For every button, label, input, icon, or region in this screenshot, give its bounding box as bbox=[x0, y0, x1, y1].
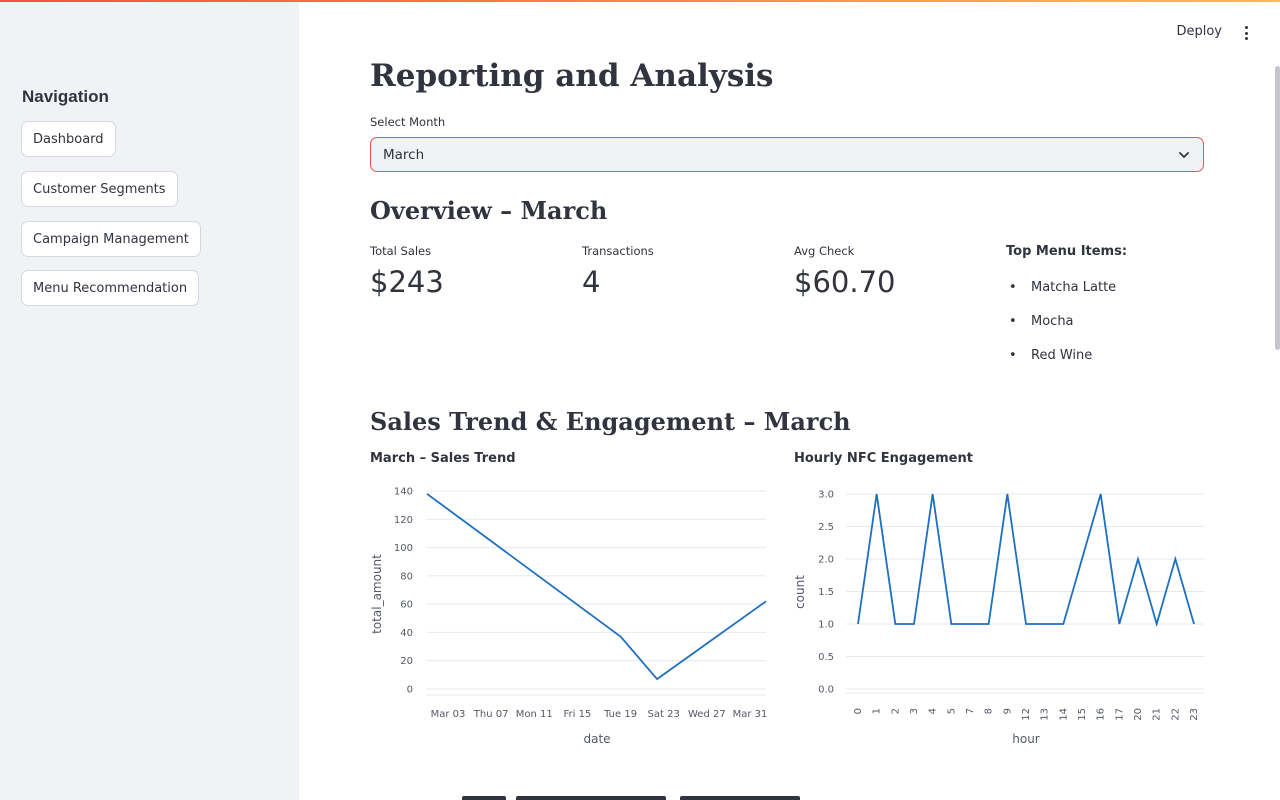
month-select[interactable]: March bbox=[370, 137, 1204, 172]
x-tick-label: 22 bbox=[1170, 708, 1181, 721]
x-tick-label: 14 bbox=[1058, 708, 1069, 721]
kebab-menu-icon[interactable] bbox=[1240, 24, 1252, 42]
x-tick-label: 12 bbox=[1021, 708, 1032, 721]
y-tick-label: 100 bbox=[394, 543, 413, 554]
x-tick-label: Mon 11 bbox=[516, 709, 553, 720]
x-tick-label: Sat 23 bbox=[648, 709, 680, 720]
y-tick-label: 40 bbox=[400, 628, 413, 639]
metric-total-sales: Total Sales $243 bbox=[370, 244, 570, 299]
metric-label: Transactions bbox=[582, 244, 654, 258]
metric-label: Avg Check bbox=[794, 244, 855, 258]
y-tick-label: 120 bbox=[394, 515, 413, 526]
x-tick-label: 1 bbox=[872, 708, 883, 714]
x-tick-label: 9 bbox=[1002, 708, 1013, 714]
top-menu-list: Matcha Latte Mocha Red Wine bbox=[1006, 267, 1206, 375]
x-tick-label: 2 bbox=[890, 708, 901, 714]
x-tick-label: 17 bbox=[1114, 708, 1125, 721]
metric-label: Total Sales bbox=[370, 244, 432, 258]
y-tick-label: 2.5 bbox=[818, 522, 834, 533]
x-tick-label: 23 bbox=[1189, 708, 1200, 721]
x-tick-label: Tue 19 bbox=[603, 709, 637, 720]
y-tick-label: 0 bbox=[407, 685, 413, 696]
y-tick-label: 3.0 bbox=[818, 490, 834, 501]
sidebar-item-dashboard[interactable]: Dashboard bbox=[21, 121, 116, 157]
y-tick-label: 140 bbox=[394, 487, 413, 498]
y-tick-label: 0.5 bbox=[818, 652, 834, 663]
x-tick-label: 0 bbox=[853, 708, 864, 714]
y-tick-label: 1.0 bbox=[818, 620, 834, 631]
x-tick-label: Fri 15 bbox=[564, 709, 592, 720]
x-axis-label: hour bbox=[1012, 732, 1040, 746]
sales-trend-line bbox=[426, 493, 767, 681]
sales-trend-chart-title: March – Sales Trend bbox=[370, 451, 516, 466]
sales-trend-chart[interactable]: 0 20 40 60 80 100 120 140 Mar 03 Thu 07 Mon 11 Fri … bbox=[370, 478, 782, 753]
y-tick-label: 0.0 bbox=[818, 685, 834, 696]
metric-value: $243 bbox=[370, 265, 444, 299]
y-tick-label: 80 bbox=[400, 571, 413, 582]
x-tick-label: Mar 31 bbox=[733, 709, 768, 720]
x-tick-label: 3 bbox=[909, 708, 920, 714]
y-axis-label: count bbox=[793, 575, 807, 609]
y-tick-label: 20 bbox=[400, 656, 413, 667]
list-item: Red Wine bbox=[1006, 335, 1206, 375]
x-tick-label: 21 bbox=[1152, 708, 1163, 721]
x-tick-label: 8 bbox=[984, 708, 995, 714]
x-tick-label: 5 bbox=[946, 708, 957, 714]
top-menu-title: Top Menu Items: bbox=[1006, 244, 1128, 259]
x-axis-label: date bbox=[583, 732, 610, 746]
y-axis-label: total_amount bbox=[370, 554, 384, 634]
next-section-heading-partial bbox=[370, 786, 800, 800]
x-tick-label: 15 bbox=[1077, 708, 1088, 721]
metric-avg-check: Avg Check $60.70 bbox=[794, 244, 994, 299]
x-tick-label: 20 bbox=[1133, 708, 1144, 721]
overview-heading: Overview – March bbox=[370, 196, 608, 225]
x-tick-label: 16 bbox=[1096, 708, 1107, 721]
y-tick-label: 2.0 bbox=[818, 555, 834, 566]
x-tick-label: Thu 07 bbox=[473, 709, 509, 720]
top-decoration-stripe bbox=[0, 0, 1280, 2]
page-title: Reporting and Analysis bbox=[370, 58, 774, 94]
main-content: Reporting and Analysis Select Month Marc… bbox=[370, 0, 1204, 800]
x-tick-label: 7 bbox=[965, 708, 976, 714]
sidebar-title: Navigation bbox=[22, 87, 109, 106]
top-menu-items: Top Menu Items: Matcha Latte Mocha Red W… bbox=[1006, 244, 1206, 375]
scrollbar-thumb[interactable] bbox=[1275, 66, 1280, 350]
x-tick-label: 13 bbox=[1040, 708, 1051, 721]
metric-value: 4 bbox=[582, 265, 601, 299]
metric-value: $60.70 bbox=[794, 265, 896, 299]
nfc-engagement-chart-title: Hourly NFC Engagement bbox=[794, 451, 973, 466]
sidebar-item-campaign-management[interactable]: Campaign Management bbox=[21, 221, 201, 257]
sidebar-item-customer-segments[interactable]: Customer Segments bbox=[21, 171, 178, 207]
metric-transactions: Transactions 4 bbox=[582, 244, 782, 299]
month-select-value: March bbox=[383, 146, 425, 163]
trend-heading: Sales Trend & Engagement – March bbox=[370, 407, 851, 436]
sidebar: Navigation Dashboard Customer Segments C… bbox=[0, 0, 299, 800]
x-tick-label: Mar 03 bbox=[431, 709, 466, 720]
x-tick-label: Wed 27 bbox=[688, 709, 726, 720]
x-tick-label: 4 bbox=[928, 708, 939, 714]
nfc-engagement-chart[interactable]: 0.00.51.01.52.02.53.00 1 2 3 4 5 7 8 9 12 13 14 15 16… bbox=[793, 478, 1206, 753]
sidebar-item-menu-recommendation[interactable]: Menu Recommendation bbox=[21, 270, 200, 306]
chevron-down-icon bbox=[1179, 152, 1189, 158]
y-tick-label: 1.5 bbox=[818, 587, 834, 598]
y-tick-label: 60 bbox=[400, 600, 413, 611]
month-select-label: Select Month bbox=[370, 115, 446, 129]
